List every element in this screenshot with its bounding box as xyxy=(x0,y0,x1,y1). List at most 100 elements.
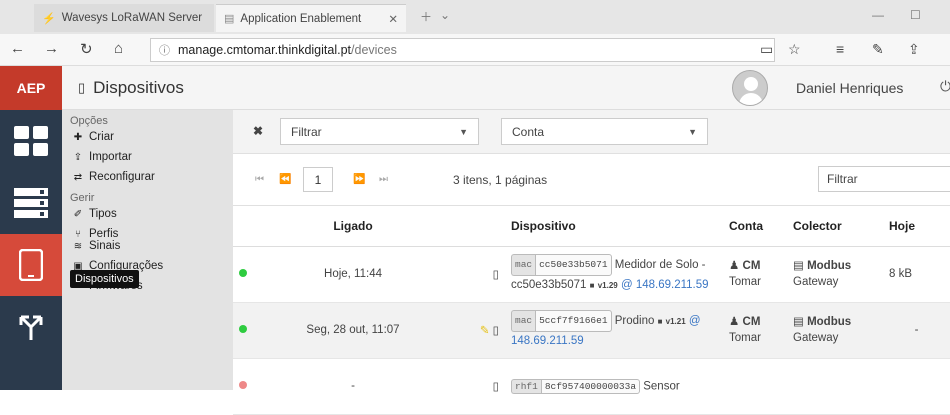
close-icon[interactable]: ✕ xyxy=(388,12,398,26)
server-icon: ▤ xyxy=(793,316,804,328)
menu-section-manage: Gerir xyxy=(70,192,95,204)
pen-icon[interactable]: ✎ xyxy=(872,41,884,58)
col-colector[interactable]: Colector xyxy=(787,206,883,247)
page-icon: ⚡ xyxy=(42,12,56,25)
share-icon[interactable]: ⇪ xyxy=(908,41,920,58)
minimize-icon[interactable]: — xyxy=(872,8,884,22)
pencil-icon: ✐ xyxy=(73,208,83,220)
forward-icon[interactable]: → xyxy=(44,40,59,57)
device-name[interactable]: Medidor de Solo - xyxy=(615,259,706,271)
table-row[interactable]: Seg, 28 out, 11:07 ✎ ▯ mac 5ccf7f9166e1 P… xyxy=(233,302,950,359)
back-icon[interactable]: ← xyxy=(10,40,25,57)
colector-line2: Gateway xyxy=(793,332,839,344)
device-ip[interactable]: 148.69.211.59 xyxy=(511,335,584,347)
upload-icon: ⇪ xyxy=(73,151,83,163)
dashboard-icon xyxy=(14,126,48,156)
device-icon[interactable]: ▯ xyxy=(493,325,499,337)
page-header: ▯ Dispositivos Daniel Henriques ⏻ xyxy=(62,66,950,110)
conta-line1: CM xyxy=(742,260,761,272)
app-logo[interactable]: AEP xyxy=(0,66,62,110)
sidebar-item-devices[interactable] xyxy=(0,234,62,296)
url-path: /devices xyxy=(351,43,397,57)
user-name[interactable]: Daniel Henriques xyxy=(796,80,903,96)
col-hoje[interactable]: Hoje xyxy=(883,206,950,247)
menu-item-sinais[interactable]: ≋ Sinais xyxy=(62,240,233,256)
table-row[interactable]: Hoje, 11:44 ▯ mac cc50e33b5071 Medidor de… xyxy=(233,246,950,303)
clear-filter-icon[interactable]: ✖ xyxy=(253,124,263,138)
device-ip-at[interactable]: @ xyxy=(689,315,701,327)
menu-item-criar[interactable]: ✚ Criar xyxy=(62,127,233,147)
favorite-star-icon[interactable]: ☆ xyxy=(788,41,801,58)
first-page-icon[interactable]: ⏮ xyxy=(255,174,264,185)
conta-cell xyxy=(723,358,787,415)
sidebar-item-servers[interactable] xyxy=(0,172,62,234)
url-field[interactable]: ⓘ manage.cmtomar.thinkdigital.pt/devices xyxy=(150,38,775,62)
power-icon[interactable]: ⏻ xyxy=(940,78,950,95)
actions-cell: ▯ xyxy=(441,358,505,415)
tablet-icon xyxy=(19,249,43,281)
next-page-icon[interactable]: ⏩ xyxy=(353,174,365,185)
ligado-cell: Hoje, 11:44 xyxy=(265,246,441,303)
conta-cell: ♟ CM Tomar xyxy=(723,302,787,359)
colector-line2: Gateway xyxy=(793,276,839,288)
menu-item-reconfigurar[interactable]: ⇄ Reconfigurar xyxy=(62,167,233,187)
firmware-version: v1.21 xyxy=(665,317,686,327)
page-icon: ▤ xyxy=(224,13,235,25)
hoje-cell: 8 kB xyxy=(883,246,950,303)
tab-wavesys[interactable]: ⚡ Wavesys LoRaWAN Server xyxy=(34,4,214,32)
last-page-icon[interactable]: ⏭ xyxy=(379,174,388,185)
device-name[interactable]: Sensor xyxy=(643,380,679,392)
filter-bar: ✖ Filtrar ▼ Conta ▼ xyxy=(233,110,950,154)
device-name[interactable]: Prodino xyxy=(615,315,655,327)
table-row[interactable]: - ▯ rhf1 8cf957400000033a Sensor xyxy=(233,358,950,415)
actions-cell: ✎ ▯ xyxy=(441,302,505,359)
home-icon[interactable]: ⌂ xyxy=(114,40,123,57)
ligado-cell: - xyxy=(265,358,441,415)
device-icon[interactable]: ▯ xyxy=(493,381,499,393)
chevron-down-icon[interactable]: ⌄ xyxy=(440,8,450,22)
menu-item-perfis[interactable]: ⑂ Perfis xyxy=(62,224,233,240)
info-icon: ⓘ xyxy=(159,45,170,57)
tab-application-enablement[interactable]: ▤ Application Enablement ✕ xyxy=(216,4,406,32)
account-select[interactable]: Conta ▼ xyxy=(501,118,708,145)
avatar[interactable] xyxy=(732,70,768,106)
filter-select[interactable]: Filtrar ▼ xyxy=(280,118,479,145)
sidebar-item-dashboard[interactable] xyxy=(0,110,62,172)
prev-page-icon[interactable]: ⏪ xyxy=(279,174,291,185)
pencil-icon[interactable]: ✎ xyxy=(480,325,490,337)
sidebar-item-routes[interactable] xyxy=(0,296,62,358)
colector-cell: ▤ Modbus Gateway xyxy=(787,246,883,303)
tablet-icon: ▯ xyxy=(78,80,86,95)
status-dot xyxy=(239,325,247,333)
search-placeholder: Filtrar xyxy=(827,172,858,186)
maximize-icon[interactable]: ☐ xyxy=(910,8,921,22)
col-status xyxy=(233,206,265,247)
menu-item-importar[interactable]: ⇪ Importar xyxy=(62,147,233,167)
tab-title: Wavesys LoRaWAN Server xyxy=(61,12,203,24)
device-icon[interactable]: ▯ xyxy=(493,269,499,281)
col-ligado[interactable]: Ligado xyxy=(265,206,441,247)
menu-item-tipos[interactable]: ✐ Tipos xyxy=(62,204,233,224)
tag-value: cc50e33b5071 xyxy=(535,253,612,276)
page-number-input[interactable]: 1 xyxy=(303,167,333,192)
select-value: Conta xyxy=(512,124,545,139)
tab-title: Application Enablement xyxy=(240,12,362,25)
menu-label: Importar xyxy=(89,151,132,163)
search-input[interactable]: Filtrar xyxy=(818,166,950,192)
device-ip[interactable]: @ 148.69.211.59 xyxy=(621,279,709,291)
reading-view-icon[interactable]: ▭ xyxy=(760,41,773,58)
refresh-icon[interactable]: ↻ xyxy=(80,40,93,58)
tag-type: mac xyxy=(511,253,536,276)
page-title-wrap: ▯ Dispositivos xyxy=(78,78,184,98)
status-cell xyxy=(233,358,265,415)
col-conta[interactable]: Conta xyxy=(723,206,787,247)
table-header-row: Ligado Dispositivo Conta Colector Hoje xyxy=(233,206,950,247)
colector-line1: Modbus xyxy=(807,260,852,272)
new-tab-icon[interactable]: ＋ xyxy=(420,8,432,25)
plus-icon: ✚ xyxy=(73,131,83,143)
device-cell: rhf1 8cf957400000033a Sensor xyxy=(505,358,723,415)
menu-section-options: Opções xyxy=(70,115,108,127)
hoje-cell xyxy=(883,358,950,415)
favorites-list-icon[interactable]: ≡ xyxy=(836,41,844,57)
col-dispositivo[interactable]: Dispositivo xyxy=(505,206,723,247)
